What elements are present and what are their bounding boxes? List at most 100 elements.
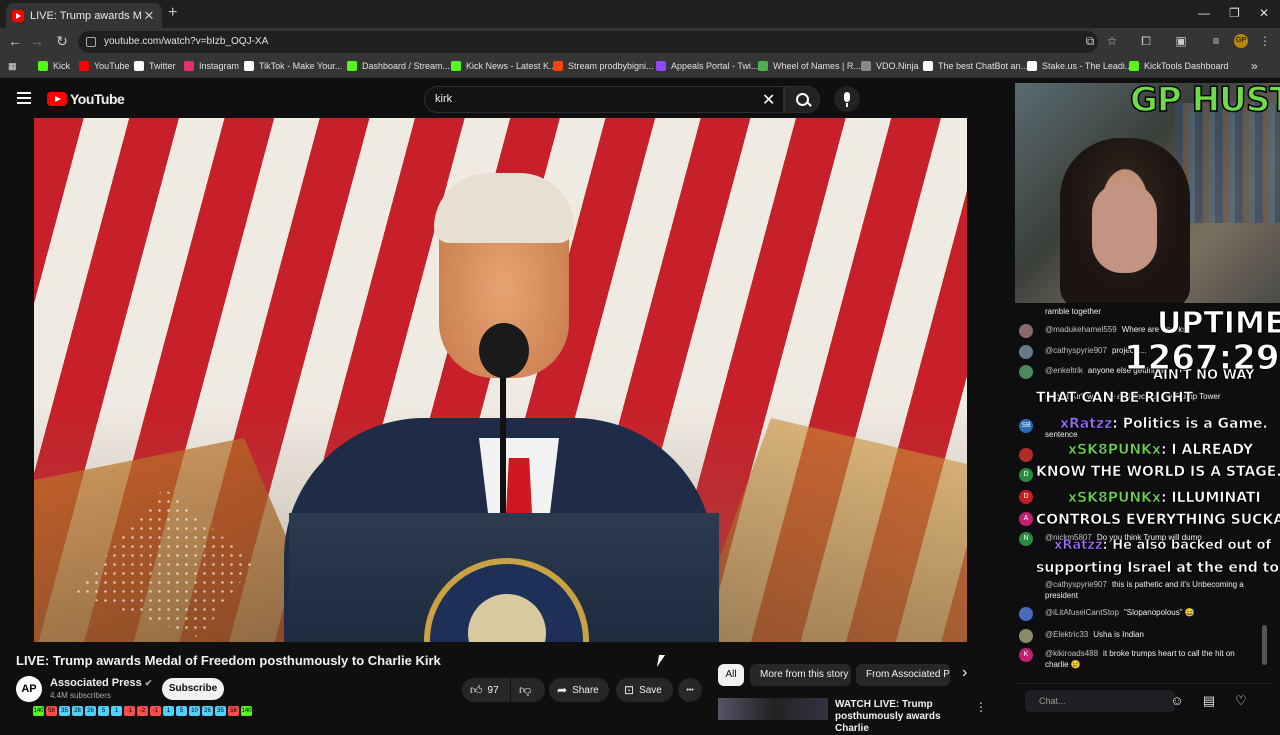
clear-search-icon[interactable]: ✕	[762, 90, 775, 110]
recommended-more-icon[interactable]: ⋮	[975, 700, 987, 714]
save-label: Save	[639, 684, 662, 696]
address-bar[interactable]: youtube.com/watch?v=bIzb_OQJ-XA	[78, 31, 1098, 53]
back-arrow-icon[interactable]: ←	[6, 33, 24, 49]
bookmark-label: The best ChatBot an...	[938, 61, 1029, 71]
bookmark-item[interactable]: Wheel of Names | R...	[758, 61, 861, 71]
install-app-icon[interactable]: ⧉	[1083, 34, 1097, 48]
bookmark-item[interactable]: Kick News - Latest K...	[451, 61, 557, 71]
bookmark-item[interactable]: Stream prodbybigni...	[553, 61, 654, 71]
more-actions-button[interactable]: •••	[678, 678, 702, 702]
close-window-button[interactable]: ✕	[1259, 6, 1269, 20]
new-tab-button[interactable]: +	[168, 4, 177, 22]
overlay-counter-cell: 26	[85, 706, 96, 716]
youtube-logo[interactable]: YouTube	[47, 91, 125, 107]
bookmark-star-icon[interactable]: ☆	[1105, 34, 1119, 48]
chat-message: @Elektric33 Usha is Indian	[1019, 629, 1259, 643]
save-button[interactable]: ⊡ Save	[616, 678, 673, 702]
chip-from-associated-press[interactable]: From Associated Pr	[856, 664, 950, 686]
tiktok-icon	[244, 61, 254, 71]
browser-menu-icon[interactable]: ⋮	[1258, 34, 1272, 48]
overlay-message: THAT CAN BE RIGHT	[1036, 390, 1194, 407]
recommended-title[interactable]: WATCH LIVE: Trump posthumously awards Ch…	[835, 699, 965, 735]
chat-username: @kikiroads488	[1045, 649, 1099, 658]
recommended-thumbnail[interactable]	[718, 698, 828, 720]
overlay-counter-cell: -1	[150, 706, 161, 716]
bookmark-item[interactable]: Instagram	[184, 61, 239, 71]
channel-name[interactable]: Associated Press ✔	[50, 677, 152, 689]
overlay-message: xRatzz: He also backed out of	[1054, 538, 1272, 554]
heart-icon[interactable]: ♡	[1233, 693, 1249, 709]
extensions-icon[interactable]: ⧠	[1139, 34, 1153, 48]
browser-tab-active[interactable]: LIVE: Trump awards Medal ✕	[6, 3, 162, 28]
thumbs-up-icon: 👍︎	[470, 682, 483, 697]
bookmark-item[interactable]: YouTube	[79, 61, 129, 71]
apps-grid-icon[interactable]: ▦	[8, 61, 17, 72]
chat-scrollbar[interactable]	[1262, 625, 1267, 665]
profile-avatar-icon[interactable]: GP	[1234, 34, 1248, 48]
stake-icon	[1027, 61, 1037, 71]
chips-next-chevron-icon[interactable]: ›	[962, 664, 967, 682]
search-input[interactable]: kirk	[424, 86, 784, 113]
media-controls-icon[interactable]: ≡	[1209, 34, 1223, 48]
bookmark-item[interactable]: Appeals Portal - Twi...	[656, 61, 758, 71]
subscribe-button[interactable]: Subscribe	[162, 678, 224, 700]
sidepanel-icon[interactable]: ▣	[1174, 34, 1188, 48]
chat-avatar	[1019, 579, 1033, 593]
share-arrow-icon: ➦	[557, 683, 568, 697]
dislike-button[interactable]: 👎︎	[511, 678, 545, 702]
overlay-text: : I ALREADY	[1160, 442, 1254, 459]
chatbot-icon	[923, 61, 933, 71]
overlay-counter-cell: 10	[189, 706, 200, 716]
chip-all[interactable]: All	[718, 664, 744, 686]
bookmark-label: Wheel of Names | R...	[773, 61, 861, 71]
chat-avatar: D	[1019, 468, 1033, 482]
minimize-button[interactable]: —	[1198, 6, 1210, 20]
more-bookmarks-icon[interactable]: »	[1251, 59, 1258, 73]
chat-input-area: Chat... ☺ ▤ ♡	[1015, 683, 1270, 720]
kick-icon	[451, 61, 461, 71]
menu-hamburger-icon[interactable]	[17, 92, 31, 104]
voice-search-mic-icon[interactable]	[834, 86, 860, 112]
overlay-counter-cell: 28	[72, 706, 83, 716]
bookmark-item[interactable]: The best ChatBot an...	[923, 61, 1028, 71]
bookmark-item[interactable]: VDO.Ninja	[861, 61, 919, 71]
close-tab-icon[interactable]: ✕	[142, 8, 156, 24]
chat-message: @cathyspyrie907 this is pathetic and it's…	[1019, 579, 1259, 601]
like-button[interactable]: 👍︎ 97	[462, 678, 510, 702]
chat-body: @cathyspyrie907 this is pathetic and it's…	[1045, 579, 1259, 601]
overlay-counter-cell: 5	[98, 706, 109, 716]
emoji-icon[interactable]: ☺	[1169, 693, 1185, 709]
bookmark-item[interactable]: Twitter	[134, 61, 176, 71]
video-title: LIVE: Trump awards Medal of Freedom post…	[16, 653, 441, 668]
site-info-icon[interactable]	[86, 37, 96, 47]
bookmarks-bar: ▦ Kick YouTube Twitter Instagram TikTok …	[0, 56, 1280, 78]
share-button[interactable]: ➦ Share	[549, 678, 609, 702]
podium-microphone	[479, 323, 529, 378]
forward-arrow-icon[interactable]: →	[28, 33, 46, 49]
chat-message: K @kikiroads488 it broke trumps heart to …	[1019, 648, 1259, 670]
video-player[interactable]	[34, 118, 967, 642]
chat-input[interactable]: Chat...	[1025, 690, 1175, 712]
bookmark-item[interactable]: TikTok - Make Your...	[244, 61, 342, 71]
chip-more-from-story[interactable]: More from this story	[750, 664, 851, 686]
chat-avatar: A	[1019, 512, 1033, 526]
bookmark-item[interactable]: Stake.us - The Leadi...	[1027, 61, 1132, 71]
youtube-icon	[79, 61, 89, 71]
overlay-counter-cell: 140	[241, 706, 252, 716]
channel-avatar[interactable]: AP	[16, 676, 42, 702]
chat-username: @cathyspyrie907	[1045, 580, 1107, 589]
bookmark-item[interactable]: KickTools Dashboard	[1129, 61, 1229, 71]
restore-button[interactable]: ❐	[1229, 6, 1240, 20]
youtube-logo-text: YouTube	[70, 91, 125, 107]
kick-icon	[347, 61, 357, 71]
chat-text: Usha is Indian	[1093, 630, 1144, 639]
bookmark-item[interactable]: Kick	[38, 61, 70, 71]
bookmark-item[interactable]: Dashboard / Stream...	[347, 61, 450, 71]
tab-title: LIVE: Trump awards Medal	[30, 9, 142, 22]
chat-text: ramble together	[1045, 307, 1102, 316]
gif-icon[interactable]: ▤	[1201, 693, 1217, 709]
verified-check-icon: ✔	[144, 678, 153, 688]
reload-icon[interactable]: ↻	[53, 33, 71, 50]
chat-avatar: SB	[1019, 419, 1033, 433]
search-button[interactable]	[784, 86, 820, 113]
